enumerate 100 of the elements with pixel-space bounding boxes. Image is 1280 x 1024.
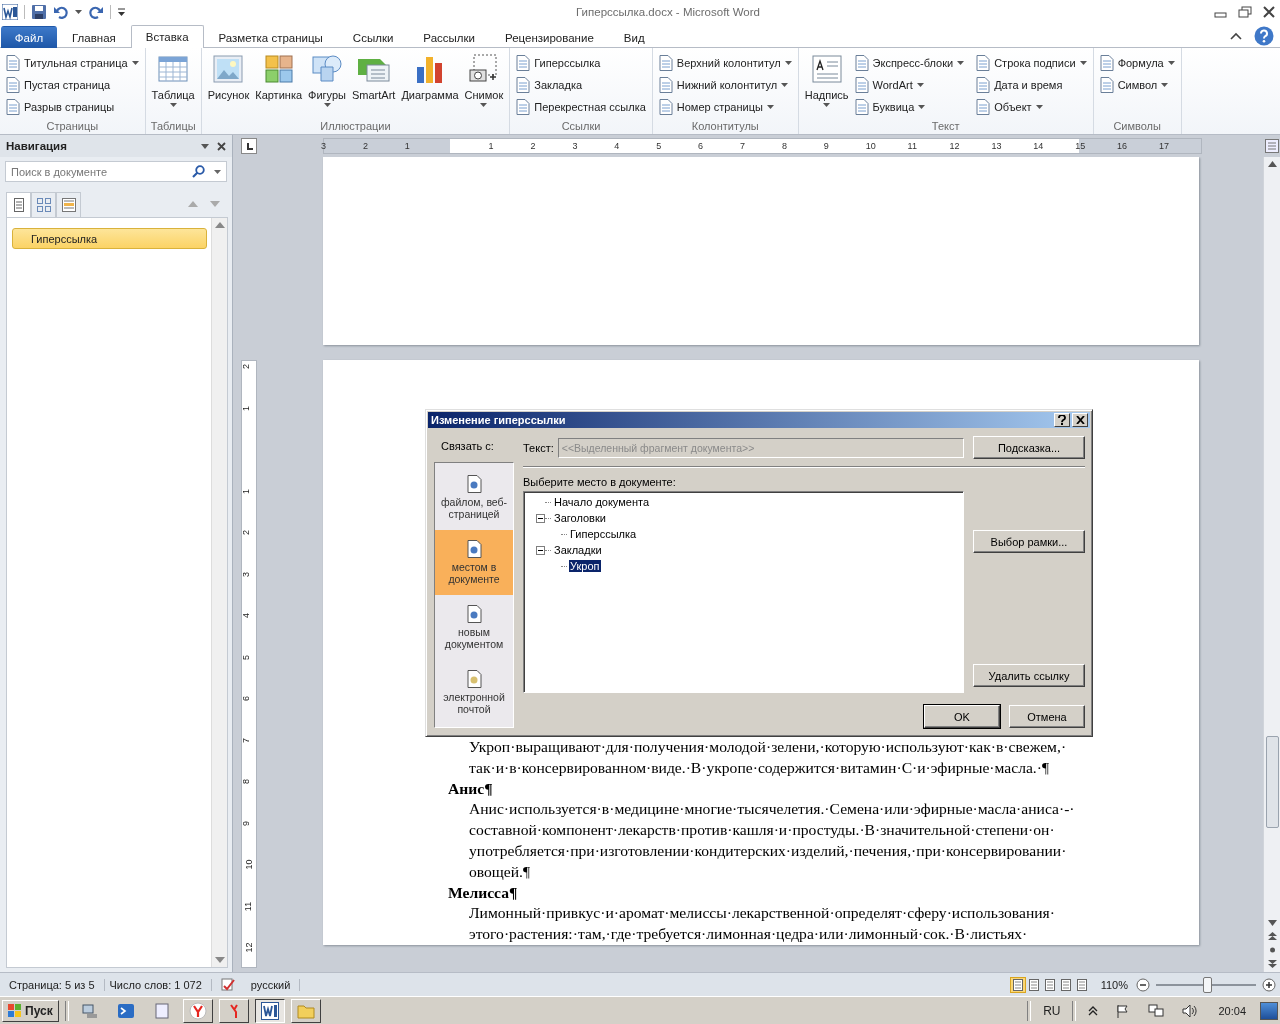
ribbon-button[interactable]: Формула <box>1097 52 1177 74</box>
ribbon-button[interactable]: Закладка <box>514 74 648 96</box>
scroll-up-icon[interactable] <box>214 222 225 228</box>
tree-item[interactable]: Заголовки <box>553 512 607 524</box>
redo-icon[interactable] <box>88 4 104 20</box>
next-page-icon[interactable] <box>1267 960 1277 968</box>
ribbon-button[interactable]: Титульная страница <box>4 52 141 74</box>
scroll-up-icon[interactable] <box>1267 161 1277 167</box>
vertical-ruler[interactable]: 2 1 1 2 3 4 5 6 7 8 9 10 11 12 <box>241 360 257 968</box>
ribbon-button[interactable]: Пустая страница <box>4 74 141 96</box>
ribbon-tab[interactable]: Вид <box>608 26 660 48</box>
file-tab[interactable]: Файл <box>1 26 57 48</box>
view-tab[interactable] <box>6 192 31 217</box>
ribbon-button[interactable]: Рисунок <box>205 50 252 118</box>
tree-item[interactable]: Начало документа <box>553 496 651 508</box>
close-icon[interactable] <box>1262 6 1276 18</box>
ribbon-button[interactable]: Верхний колонтитул <box>656 52 794 74</box>
undo-icon[interactable] <box>53 4 69 20</box>
spelling-check-icon[interactable] <box>219 977 236 992</box>
heading-item[interactable]: Гиперссылка <box>12 228 207 249</box>
ribbon-button[interactable]: Дата и время <box>974 74 1089 96</box>
language-indicator[interactable]: русский <box>245 978 301 991</box>
ribbon-button[interactable]: Гиперссылка <box>514 52 648 74</box>
ribbon-button[interactable]: Строка подписи <box>974 52 1089 74</box>
search-field[interactable]: Поиск в документе <box>5 161 227 182</box>
ribbon-button[interactable]: Разрыв страницы <box>4 96 141 118</box>
start-button[interactable]: Пуск <box>2 999 59 1022</box>
tab-selector-icon[interactable] <box>241 138 257 154</box>
scrollbar[interactable] <box>211 218 227 967</box>
dialog-button[interactable]: Удалить ссылку <box>973 664 1085 687</box>
scrollbar-thumb[interactable] <box>1265 736 1279 828</box>
browser-icon[interactable] <box>188 1001 207 1020</box>
dialog-button[interactable]: Подсказка... <box>973 436 1085 459</box>
ribbon-tab[interactable]: Главная <box>57 26 131 48</box>
save-icon[interactable] <box>31 4 47 20</box>
scrollbar[interactable] <box>1263 157 1280 972</box>
tree-item[interactable]: Закладки <box>553 544 603 556</box>
view-mode-icon[interactable] <box>1010 977 1025 992</box>
view-tab[interactable] <box>31 192 56 217</box>
collapse-ribbon-icon[interactable] <box>1230 30 1242 41</box>
ribbon-tab[interactable]: Ссылки <box>337 26 409 48</box>
view-mode-icon[interactable] <box>1042 977 1057 992</box>
dialog-button[interactable]: Выбор рамки... <box>973 530 1085 553</box>
tree-item[interactable]: Укроп <box>569 560 601 572</box>
ribbon-button[interactable]: Нижний колонтитул <box>656 74 794 96</box>
pane-menu-icon[interactable] <box>201 143 209 149</box>
scroll-down-icon[interactable] <box>1267 920 1277 926</box>
view-mode-icon[interactable] <box>1074 977 1089 992</box>
link-type-option[interactable]: местом в документе <box>435 530 513 595</box>
ruler-toggle-icon[interactable] <box>1265 139 1279 153</box>
clock[interactable]: 20:04 <box>1210 1004 1254 1017</box>
ribbon-tab[interactable]: Рецензирование <box>490 26 609 48</box>
ribbon-button[interactable]: Надпись <box>802 50 851 118</box>
zoom-slider-thumb[interactable] <box>1203 976 1212 993</box>
ribbon-tab[interactable]: Разметка страницы <box>203 26 338 48</box>
network-icon[interactable] <box>1148 1003 1165 1018</box>
previous-page-icon[interactable] <box>1267 932 1277 940</box>
tree-item[interactable]: Гиперссылка <box>569 528 638 540</box>
customize-menu-icon[interactable] <box>117 8 126 16</box>
word-logo-icon[interactable] <box>2 4 18 20</box>
zoom-level[interactable]: 110% <box>1100 978 1128 991</box>
view-tab[interactable] <box>56 192 81 217</box>
chevron-up-icon[interactable] <box>1088 1005 1099 1016</box>
dropdown-caret-icon[interactable] <box>214 170 221 174</box>
close-button[interactable] <box>1072 413 1088 427</box>
horizontal-ruler[interactable]: 3 2 1 1 2 3 4 5 6 7 8 9 10 11 12 13 14 15 16 17 <box>323 138 1202 154</box>
ribbon-button[interactable]: Буквица <box>852 96 967 118</box>
collapse-icon[interactable] <box>536 513 545 523</box>
ribbon-button[interactable]: Диаграмма <box>399 50 461 118</box>
zoom-in-icon[interactable] <box>1262 977 1276 992</box>
collapse-icon[interactable] <box>536 545 545 555</box>
ribbon-button[interactable]: Снимок <box>462 50 506 118</box>
link-type-option[interactable]: файлом, веб-страницей <box>435 465 513 530</box>
ribbon-tab[interactable]: Вставка <box>130 25 204 48</box>
ribbon-button[interactable]: Перекрестная ссылка <box>514 96 648 118</box>
ribbon-button[interactable]: Таблица <box>149 50 197 118</box>
search-icon[interactable] <box>192 165 205 178</box>
zoom-out-icon[interactable] <box>1136 977 1150 992</box>
help-icon[interactable] <box>1254 25 1274 46</box>
ok-button[interactable]: OK <box>924 705 1000 728</box>
ribbon-button[interactable]: SmartArt <box>350 50 398 118</box>
scroll-down-icon[interactable] <box>214 957 225 963</box>
help-button[interactable] <box>1054 413 1070 427</box>
word-logo-icon[interactable] <box>260 1001 279 1020</box>
ribbon-button[interactable]: Объект <box>974 96 1089 118</box>
close-icon[interactable] <box>217 141 226 151</box>
place-tree[interactable]: Начало документа Заголовки Гиперссылка Закладки Укроп <box>523 491 964 693</box>
status-text[interactable]: Число слов: 1 072 <box>104 978 212 991</box>
ribbon-button[interactable]: Картинка <box>253 50 305 118</box>
link-type-option[interactable]: электронной почтой <box>435 660 513 725</box>
ribbon-button[interactable]: Фигуры <box>306 50 348 118</box>
ribbon-tab[interactable]: Рассылки <box>408 26 490 48</box>
flag-icon[interactable] <box>1116 1003 1131 1018</box>
view-mode-icon[interactable] <box>1026 977 1041 992</box>
speaker-icon[interactable] <box>1182 1003 1199 1018</box>
link-type-option[interactable]: новым документом <box>435 595 513 660</box>
ribbon-button[interactable]: WordArt <box>852 74 967 96</box>
show-desktop-button[interactable] <box>1260 1001 1278 1020</box>
ribbon-button[interactable]: Символ <box>1097 74 1177 96</box>
ribbon-button[interactable]: Номер страницы <box>656 96 794 118</box>
